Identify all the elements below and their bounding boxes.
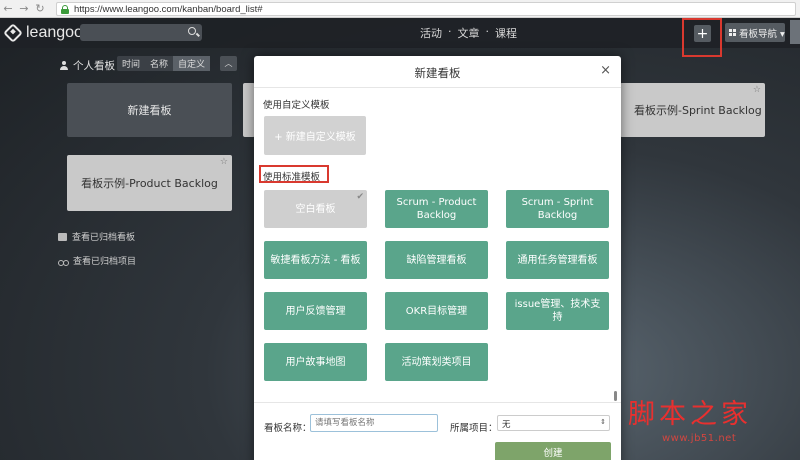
collapse-chevron-icon[interactable]: ︿ bbox=[220, 56, 237, 71]
new-board-dialog: 新建看板 × 使用自定义模板 + 新建自定义模板 使用标准模板 空白看板 ✔ S… bbox=[254, 56, 621, 460]
template-label: 敏捷看板方法 - 看板 bbox=[270, 254, 361, 266]
template-user-story-map[interactable]: 用户故事地图 bbox=[264, 343, 367, 381]
watermark: 脚本之家 www.jb51.net bbox=[628, 392, 798, 456]
standard-template-section-label: 使用标准模板 bbox=[263, 172, 321, 183]
search-input[interactable] bbox=[80, 24, 202, 41]
leangoo-logo-icon bbox=[3, 23, 23, 43]
board-name-input[interactable] bbox=[310, 414, 438, 432]
user-icon bbox=[60, 61, 68, 70]
top-navigation: leangoo 活动 · 文章 · 课程 看板导航 ▾ bbox=[0, 18, 800, 48]
new-board-label: 新建看板 bbox=[127, 104, 172, 117]
template-general-task[interactable]: 通用任务管理看板 bbox=[506, 241, 609, 279]
template-scrum-sprint-backlog[interactable]: Scrum - Sprint Backlog bbox=[506, 190, 609, 228]
create-button[interactable]: 创建 bbox=[495, 442, 611, 460]
close-icon[interactable]: × bbox=[600, 63, 611, 78]
project-icon bbox=[58, 256, 69, 266]
checkmark-icon: ✔ bbox=[356, 192, 364, 202]
template-label: Scrum - Sprint Backlog bbox=[521, 197, 594, 221]
search-icon[interactable] bbox=[188, 27, 196, 35]
template-label: OKR目标管理 bbox=[405, 305, 468, 317]
template-defect-management[interactable]: 缺陷管理看板 bbox=[385, 241, 488, 279]
template-label: 用户故事地图 bbox=[285, 356, 346, 368]
template-agile-kanban[interactable]: 敏捷看板方法 - 看板 bbox=[264, 241, 367, 279]
browser-toolbar: ← → ↻ https://www.leangoo.com/kanban/boa… bbox=[0, 0, 800, 18]
watermark-site: www.jb51.net bbox=[662, 433, 737, 444]
template-event-planning[interactable]: 活动策划类项目 bbox=[385, 343, 488, 381]
archive-icon bbox=[58, 232, 67, 241]
board-navigation-dropdown[interactable]: 看板导航 ▾ bbox=[725, 23, 785, 42]
nav-link-activity[interactable]: 活动 bbox=[420, 25, 442, 41]
board-card-label: 看板示例-Sprint Backlog bbox=[634, 104, 762, 117]
archived-projects-label: 查看已归档项目 bbox=[73, 257, 137, 267]
sort-by-time-button[interactable]: 时间 bbox=[117, 56, 145, 71]
project-label: 所属项目： bbox=[450, 423, 498, 434]
template-label: 缺陷管理看板 bbox=[406, 254, 467, 266]
board-card-sprint-backlog[interactable]: 看板示例-Sprint Backlog ☆ bbox=[620, 83, 765, 137]
top-links: 活动 · 文章 · 课程 bbox=[420, 25, 517, 41]
nav-link-articles[interactable]: 文章 bbox=[458, 25, 480, 41]
avatar[interactable] bbox=[790, 20, 800, 44]
board-name-label: 看板名称： bbox=[264, 423, 312, 434]
back-arrow-icon[interactable]: ← bbox=[0, 1, 16, 17]
sort-by-name-button[interactable]: 名称 bbox=[145, 56, 173, 71]
template-label: 用户反馈管理 bbox=[285, 305, 346, 317]
custom-template-section-label: 使用自定义模板 bbox=[263, 100, 330, 111]
template-label: 空白看板 bbox=[295, 203, 336, 215]
archived-boards-label: 查看已归档看板 bbox=[72, 233, 136, 243]
grid-icon bbox=[729, 29, 736, 36]
project-select[interactable]: 无 ⇕ bbox=[497, 415, 610, 431]
scrollbar[interactable] bbox=[614, 391, 617, 401]
address-bar[interactable]: https://www.leangoo.com/kanban/board_lis… bbox=[56, 2, 796, 16]
lock-icon bbox=[61, 4, 69, 14]
url-text: https://www.leangoo.com/kanban/board_lis… bbox=[74, 3, 263, 15]
star-icon[interactable]: ☆ bbox=[753, 85, 761, 95]
add-button[interactable]: + bbox=[694, 25, 711, 42]
dialog-header: 新建看板 × bbox=[254, 56, 621, 88]
board-card-product-backlog[interactable]: 看板示例-Product Backlog ☆ bbox=[67, 155, 232, 211]
star-icon[interactable]: ☆ bbox=[220, 157, 228, 167]
template-user-feedback[interactable]: 用户反馈管理 bbox=[264, 292, 367, 330]
sort-custom-button[interactable]: 自定义 bbox=[173, 56, 211, 71]
template-label: issue管理、技术支持 bbox=[514, 299, 601, 323]
dialog-footer: 看板名称： 所属项目： 无 ⇕ 创建 bbox=[254, 402, 621, 460]
add-button-highlight: + bbox=[682, 18, 722, 57]
personal-boards-heading: 个人看板 bbox=[60, 58, 115, 73]
template-label: Scrum - Product Backlog bbox=[396, 197, 477, 221]
template-blank-board[interactable]: 空白看板 ✔ bbox=[264, 190, 367, 228]
project-select-value: 无 bbox=[502, 420, 511, 430]
new-board-card[interactable]: 新建看板 bbox=[67, 83, 232, 137]
archived-boards-link[interactable]: 查看已归档看板 bbox=[58, 230, 135, 243]
select-arrows-icon: ⇕ bbox=[600, 418, 606, 426]
personal-boards-title: 个人看板 bbox=[73, 60, 115, 72]
board-nav-label: 看板导航 ▾ bbox=[739, 28, 785, 40]
reload-icon[interactable]: ↻ bbox=[32, 1, 48, 17]
nav-separator: · bbox=[485, 25, 490, 38]
logo[interactable]: leangoo bbox=[3, 23, 83, 43]
nav-separator: · bbox=[448, 25, 452, 38]
watermark-title: 脚本之家 bbox=[628, 399, 752, 430]
template-scrum-product-backlog[interactable]: Scrum - Product Backlog bbox=[385, 190, 488, 228]
archived-projects-link[interactable]: 查看已归档项目 bbox=[58, 254, 136, 267]
sort-options: 时间 名称 自定义 bbox=[117, 56, 211, 71]
template-issue-support[interactable]: issue管理、技术支持 bbox=[506, 292, 609, 330]
new-custom-template-button[interactable]: + 新建自定义模板 bbox=[264, 116, 366, 155]
dialog-title: 新建看板 bbox=[414, 66, 461, 80]
template-label: 活动策划类项目 bbox=[401, 356, 472, 368]
nav-link-courses[interactable]: 课程 bbox=[495, 25, 517, 41]
template-okr[interactable]: OKR目标管理 bbox=[385, 292, 488, 330]
brand-name: leangoo bbox=[26, 24, 83, 41]
template-label: 通用任务管理看板 bbox=[517, 254, 598, 266]
forward-arrow-icon[interactable]: → bbox=[16, 1, 32, 17]
board-card-label: 看板示例-Product Backlog bbox=[81, 177, 218, 190]
